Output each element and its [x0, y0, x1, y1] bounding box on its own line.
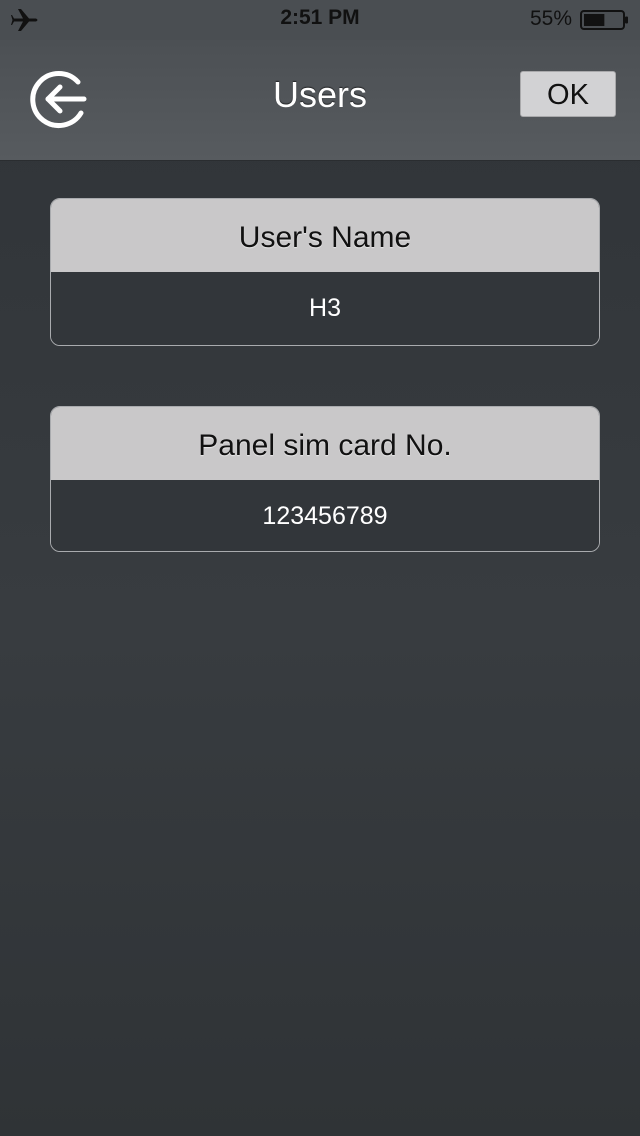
battery-percent: 55% — [529, 7, 572, 30]
ok-button[interactable]: OK — [520, 71, 616, 117]
back-arrow-circle-icon — [28, 71, 90, 134]
user-name-field[interactable]: H3 — [51, 272, 599, 345]
status-bar: 2:51 PM 55% — [0, 0, 640, 40]
sim-card-label: Panel sim card No. — [51, 407, 599, 480]
sim-card-card: Panel sim card No. 123456789 — [50, 406, 600, 552]
user-name-card: User's Name H3 — [50, 198, 600, 346]
nav-bar: Users OK — [0, 40, 640, 161]
user-name-label: User's Name — [51, 199, 599, 272]
sim-card-number-field[interactable]: 123456789 — [51, 480, 599, 551]
battery-icon — [580, 10, 630, 30]
screen: 2:51 PM 55% Users OK User's Name H3 Pane… — [0, 0, 640, 1136]
